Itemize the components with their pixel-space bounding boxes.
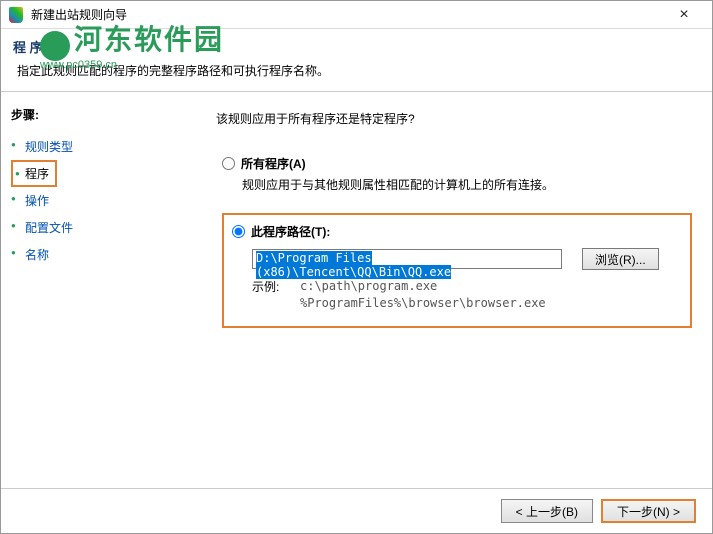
sidebar-item-action[interactable]: 操作 <box>11 187 176 214</box>
page-title: 程 序 <box>13 37 700 56</box>
shield-icon <box>9 7 25 23</box>
radio-all-input[interactable] <box>222 157 235 170</box>
radio-path-label: 此程序路径(T): <box>251 223 330 240</box>
window-title: 新建出站规则向导 <box>31 6 664 23</box>
footer: < 上一步(B) 下一步(N) > <box>1 488 712 533</box>
radio-all-label: 所有程序(A) <box>241 155 306 172</box>
radio-program-path[interactable]: 此程序路径(T): D:\Program Files (x86)\Tencent… <box>222 213 692 328</box>
sidebar-item-program[interactable]: 程序 <box>11 160 57 187</box>
next-button[interactable]: 下一步(N) > <box>601 499 696 523</box>
sidebar-item-name[interactable]: 名称 <box>11 241 176 268</box>
content-area: 该规则应用于所有程序还是特定程序? 所有程序(A) 规则应用于与其他规则属性相匹… <box>176 92 712 488</box>
radio-all-desc: 规则应用于与其他规则属性相匹配的计算机上的所有连接。 <box>242 176 692 193</box>
browse-button[interactable]: 浏览(R)... <box>582 248 659 270</box>
question-text: 该规则应用于所有程序还是特定程序? <box>216 110 692 127</box>
radio-path-input[interactable] <box>232 225 245 238</box>
titlebar: 新建出站规则向导 × <box>1 1 712 29</box>
program-path-field[interactable]: D:\Program Files (x86)\Tencent\QQ\Bin\QQ… <box>252 249 562 269</box>
sidebar-item-profile[interactable]: 配置文件 <box>11 214 176 241</box>
page-subtitle: 指定此规则匹配的程序的完整程序路径和可执行程序名称。 <box>17 62 700 79</box>
back-button[interactable]: < 上一步(B) <box>501 499 593 523</box>
close-button[interactable]: × <box>664 6 704 24</box>
sidebar-item-rule-type[interactable]: 规则类型 <box>11 133 176 160</box>
example-text: 示例: c:\path\program.exe %ProgramFiles%\b… <box>252 278 678 312</box>
sidebar-heading: 步骤: <box>11 106 176 123</box>
sidebar: 步骤: 规则类型 程序 操作 配置文件 名称 <box>1 92 176 488</box>
wizard-header: 程 序 指定此规则匹配的程序的完整程序路径和可执行程序名称。 <box>1 29 712 91</box>
radio-all-programs[interactable]: 所有程序(A) 规则应用于与其他规则属性相匹配的计算机上的所有连接。 <box>222 155 692 193</box>
